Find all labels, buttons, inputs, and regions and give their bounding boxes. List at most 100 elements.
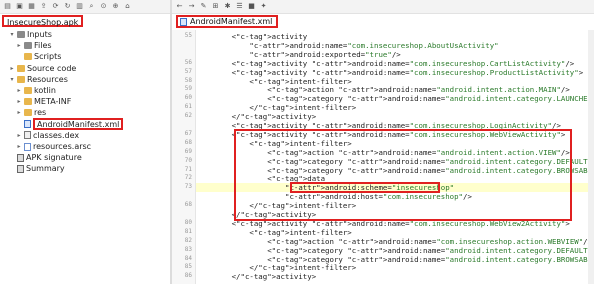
tree-item-scripts[interactable]: Scripts [16, 51, 61, 62]
line-number: 62 [184, 112, 192, 120]
tree-root-apk[interactable]: InsecureShop.apk [2, 15, 84, 27]
code-line: <"c-tag">activity "c-attr">android:name=… [196, 67, 584, 77]
folder-icon [24, 53, 32, 61]
chevron-right-icon[interactable]: ▸ [16, 85, 22, 96]
line-number: 58 [184, 76, 192, 84]
export-icon[interactable]: ⇪ [39, 2, 48, 11]
tree-item-resources-arsc[interactable]: ▸ resources.arsc [16, 141, 91, 152]
folder-open-icon[interactable]: ▤ [3, 2, 12, 11]
xml-file-icon [180, 17, 187, 26]
folder-icon [17, 64, 25, 72]
line-number: 81 [184, 227, 192, 235]
code-line: "c-attr">android:name="com.insecureshop.… [249, 40, 499, 50]
line-number: 61 [184, 103, 192, 111]
line-number: 56 [184, 58, 192, 66]
tree-item-label: META-INF [34, 97, 72, 107]
layout-icon[interactable]: ▥ [75, 2, 84, 11]
vertical-scrollbar[interactable] [588, 30, 594, 284]
tree-item-label: Files [34, 41, 52, 51]
code-line: <"c-tag">category "c-attr">android:name=… [196, 245, 594, 255]
tree-item-source-code[interactable]: ▸ Source code [9, 63, 76, 74]
folder-icon [17, 75, 25, 83]
sync-icon[interactable]: ⟳ [51, 2, 60, 11]
line-number: 83 [184, 245, 192, 253]
chevron-right-icon[interactable]: ▸ [16, 40, 22, 51]
chevron-down-icon[interactable]: ▾ [9, 29, 15, 40]
decompile-icon[interactable]: ✎ [199, 2, 208, 11]
tree-icon[interactable]: ⊞ [211, 2, 220, 11]
save-all-icon[interactable]: ▦ [27, 2, 36, 11]
back-icon[interactable]: ← [175, 2, 184, 11]
tree-item-label: res [34, 108, 47, 118]
tree-item-apk-signature[interactable]: APK signature [9, 152, 82, 163]
tree-item-label: kotlin [34, 86, 56, 95]
code-line: <"c-tag">activity [196, 32, 308, 41]
zoom-icon[interactable]: ⊕ [111, 2, 120, 11]
line-number: 68 [184, 201, 192, 209]
line-number: 68 [184, 138, 192, 146]
main-toolbar-right: ← → ✎ ⊞ ✱ ☰ ■ ✦ [172, 0, 594, 14]
line-number: 85 [184, 263, 192, 271]
line-number: 73 [184, 183, 192, 191]
project-tree: InsecureShop.apk ▾ Inputs ▸ Files Scripts ▸ So… [0, 14, 170, 284]
forward-icon[interactable]: → [187, 2, 196, 11]
tree-item-label: Source code [27, 63, 77, 73]
tree-item-label: Resources [27, 74, 68, 84]
chevron-right-icon[interactable]: ▸ [16, 141, 22, 152]
sig-icon [17, 153, 24, 162]
tree-item-label: Scripts [34, 52, 62, 62]
code-line: </"c-tag">intent-filter> [196, 103, 357, 113]
code-line: <"c-tag">intent-filter> [196, 227, 352, 237]
chevron-right-icon[interactable]: ▸ [16, 130, 22, 141]
line-number: 60 [184, 94, 192, 102]
code-view[interactable]: 55 <"c-tag">activity "c-attr">android:na… [185, 30, 594, 284]
line-number: 84 [184, 254, 192, 262]
code-line: <"c-tag">activity "c-attr">android:name=… [196, 58, 575, 68]
sig-icon [17, 164, 24, 173]
tab-label: AndroidManifest.xml [190, 17, 273, 26]
search-class-icon[interactable]: ⊙ [99, 2, 108, 11]
code-editor: AndroidManifest.xml 55 <"c-tag">activity… [172, 14, 594, 284]
chevron-right-icon[interactable]: ▸ [16, 96, 22, 107]
tab-androidmanifest[interactable]: AndroidManifest.xml [176, 15, 279, 28]
code-line: <"c-tag">action "c-attr">android:name="c… [196, 236, 592, 246]
tree-item-label: resources.arsc [33, 142, 92, 151]
folder-icon [24, 109, 32, 117]
line-number: 72 [184, 174, 192, 182]
code-line: <"c-tag">category "c-attr">android:name=… [196, 254, 594, 264]
code-line: <"c-tag">category "c-attr">android:name=… [196, 94, 594, 104]
tree-item-res[interactable]: ▸ res [16, 107, 46, 118]
line-number: 59 [184, 85, 192, 93]
tree-item-meta-inf[interactable]: ▸ META-INF [16, 96, 71, 107]
code-line: </"c-tag">intent-filter> [196, 263, 357, 273]
code-line: </"c-tag">activity> [196, 272, 317, 282]
log-icon[interactable]: ☰ [235, 2, 244, 11]
settings-icon[interactable]: ✦ [259, 2, 268, 11]
dex-icon [24, 131, 31, 140]
chevron-right-icon[interactable]: ▸ [9, 63, 15, 74]
tree-item-resources[interactable]: ▾ Resources [9, 74, 68, 85]
tree-item-summary[interactable]: Summary [9, 163, 65, 174]
save-icon[interactable]: ▣ [15, 2, 24, 11]
stop-icon[interactable]: ■ [247, 2, 256, 11]
main-toolbar-left: ▤ ▣ ▦ ⇪ ⟳ ↻ ▥ ⌕ ⊙ ⊕ ⌂ [0, 0, 172, 14]
line-number: 55 [184, 32, 192, 39]
tree-item-kotlin[interactable]: ▸ kotlin [16, 85, 56, 96]
pkg-icon [17, 31, 25, 38]
refresh-icon[interactable]: ↻ [63, 2, 72, 11]
chevron-down-icon[interactable]: ▾ [9, 74, 15, 85]
line-number: 57 [184, 67, 192, 75]
chevron-right-icon[interactable]: ▸ [16, 107, 22, 118]
tree-item-label: classes.dex [33, 130, 80, 140]
tree-item-classes-dex[interactable]: ▸ classes.dex [16, 130, 79, 141]
code-line: <"c-tag">intent-filter> [196, 76, 352, 86]
tree-item-inputs[interactable]: ▾ Inputs [9, 29, 52, 40]
search-icon[interactable]: ⌕ [87, 2, 96, 11]
tree-item-label: Inputs [27, 30, 52, 39]
line-number: 80 [184, 218, 192, 226]
debug-icon[interactable]: ✱ [223, 2, 232, 11]
tree-item-files[interactable]: ▸ Files [16, 40, 52, 51]
xml-icon [24, 120, 31, 129]
tree-item-androidmanifest-xml[interactable]: AndroidManifest.xml [16, 118, 124, 131]
home-icon[interactable]: ⌂ [123, 2, 132, 11]
